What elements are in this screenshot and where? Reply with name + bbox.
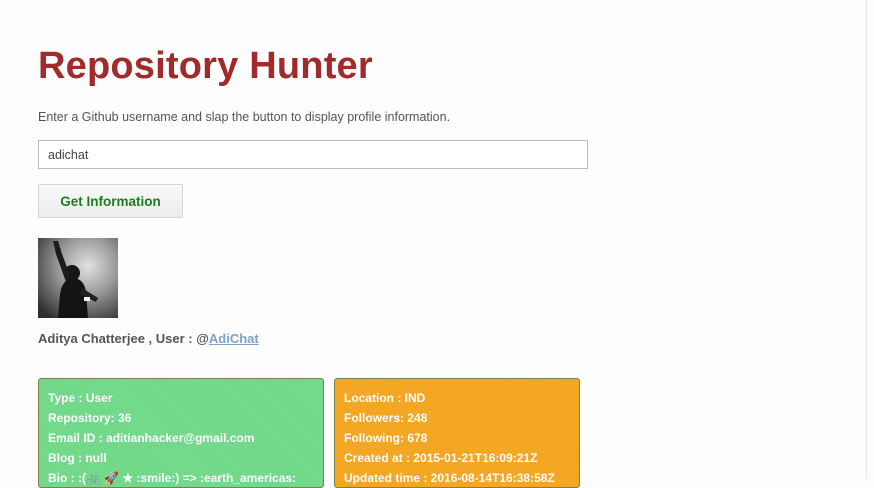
user-stats-card: Location : IND Followers: 248 Following:…	[334, 378, 580, 488]
type-row: Type : User	[48, 391, 113, 405]
blog-row: Blog : null	[48, 451, 107, 465]
get-information-button[interactable]: Get Information	[38, 184, 183, 218]
user-details-card: Type : User Repository: 36 Email ID : ad…	[38, 378, 324, 488]
profile-photo-icon	[38, 238, 118, 318]
profile-name-line: Aditya Chatterjee , User : @AdiChat	[38, 331, 259, 346]
avatar	[38, 238, 118, 318]
repository-count-row: Repository: 36	[48, 411, 132, 425]
instructions-text: Enter a Github username and slap the but…	[38, 110, 451, 124]
bio-row: Bio : :(🚲 🚀 ★ :smile:) => :earth_america…	[48, 471, 297, 485]
created-at-row: Created at : 2015-01-21T16:09:21Z	[344, 451, 538, 465]
location-row: Location : IND	[344, 391, 426, 405]
github-username-link[interactable]: AdiChat	[209, 331, 259, 346]
page-edge-divider	[866, 0, 867, 478]
profile-name-label: Aditya Chatterjee , User : @	[38, 331, 209, 346]
page-title: Repository Hunter	[38, 45, 373, 87]
following-row: Following: 678	[344, 431, 428, 445]
email-row: Email ID : aditianhacker@gmail.com	[48, 431, 255, 445]
username-input[interactable]	[38, 140, 588, 169]
followers-row: Followers: 248	[344, 411, 428, 425]
updated-time-row: Updated time : 2016-08-14T16:38:58Z	[344, 471, 555, 485]
